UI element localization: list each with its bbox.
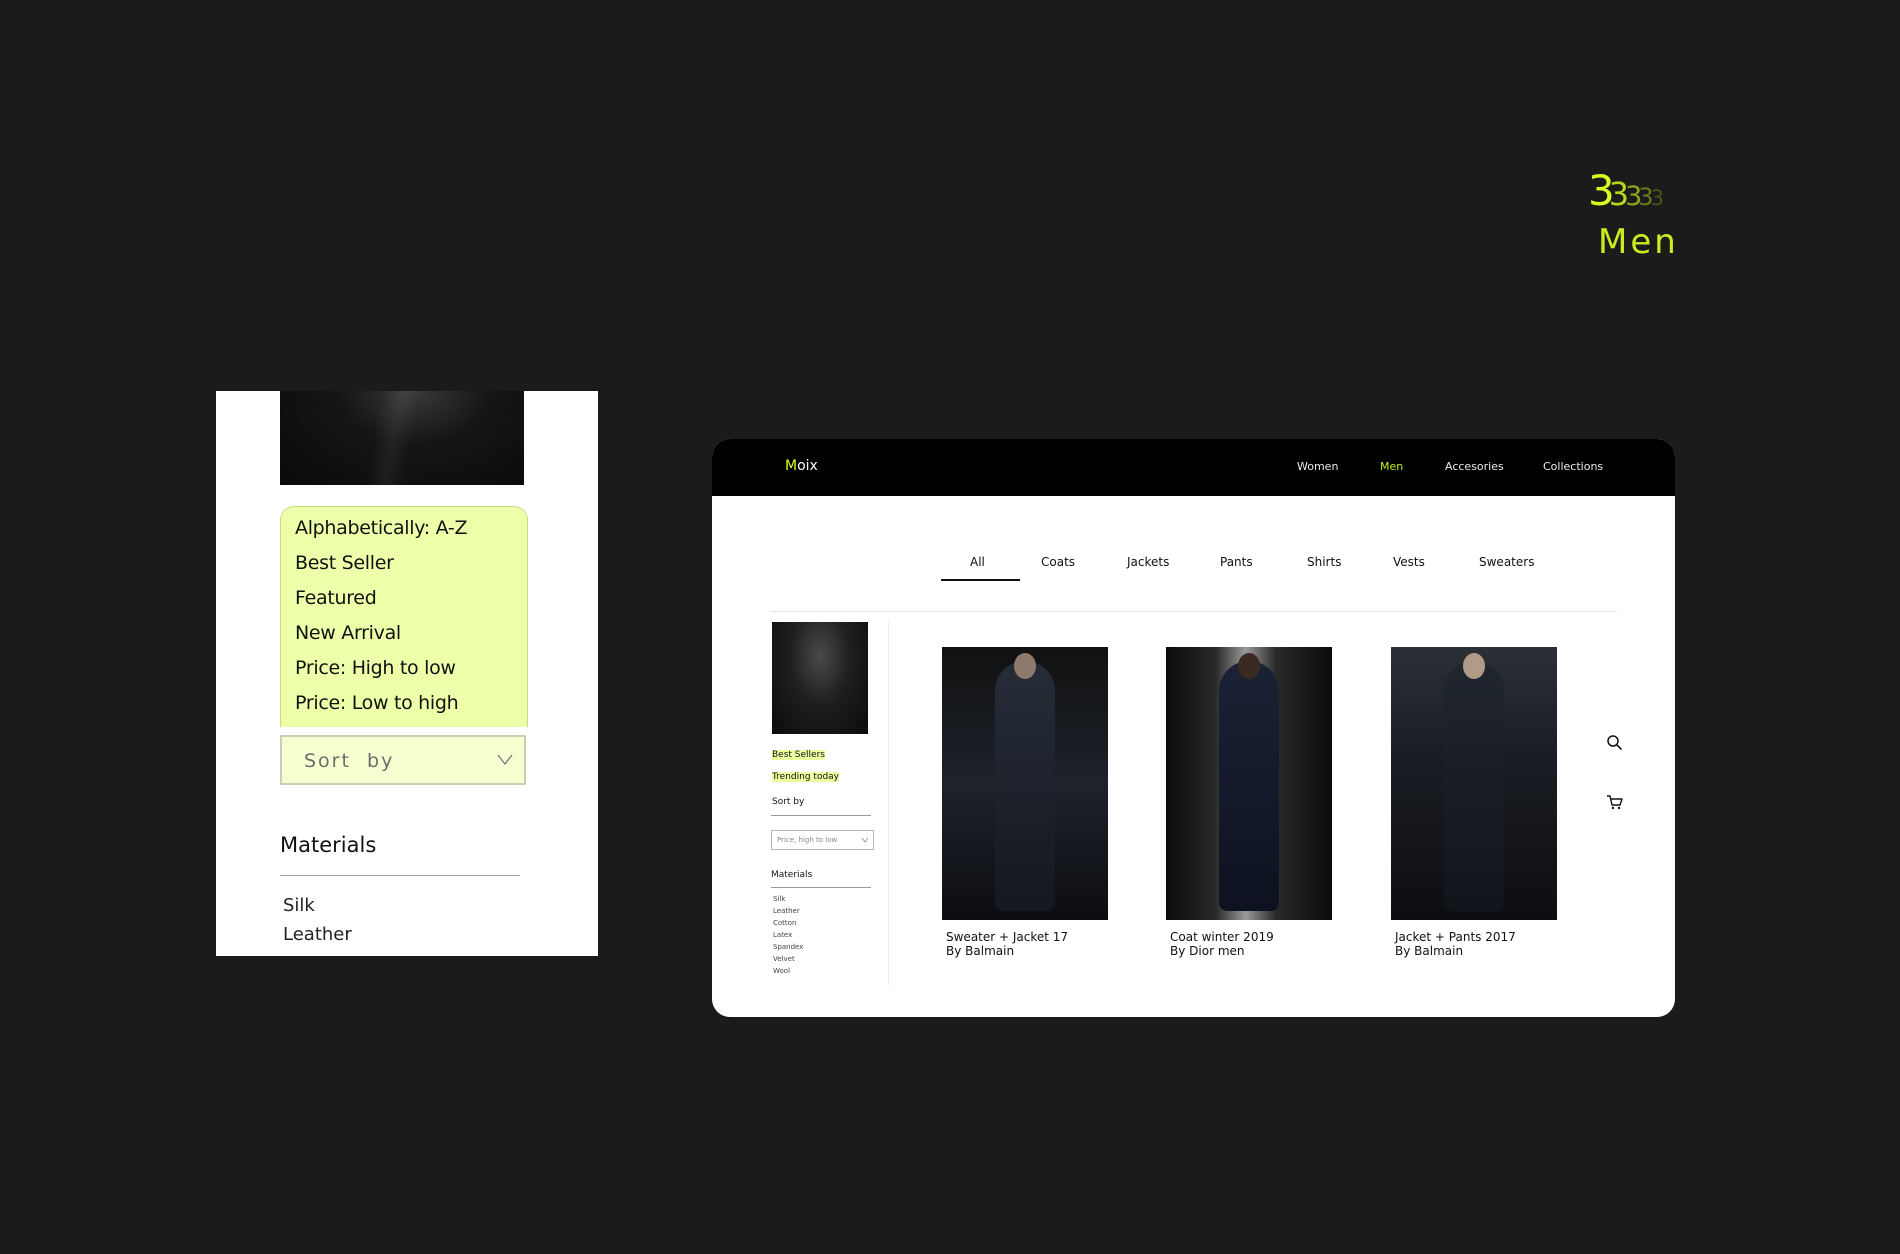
tab-sweaters[interactable]: Sweaters — [1479, 555, 1534, 569]
sort-option-new-arrival[interactable]: New Arrival — [295, 622, 401, 644]
mobile-filter-panel: Alphabetically: A-Z Best Seller Featured… — [216, 391, 598, 956]
sort-by-title: Sort by — [772, 797, 805, 807]
material-option[interactable]: Wool — [773, 967, 790, 975]
nav-men[interactable]: Men — [1380, 460, 1403, 473]
product-image[interactable] — [942, 647, 1108, 920]
sort-option-price-high-low[interactable]: Price: High to low — [295, 657, 456, 679]
sort-option-price-low-high[interactable]: Price: Low to high — [295, 692, 459, 714]
product-image[interactable] — [1166, 647, 1332, 920]
product-brand: By Dior men — [1170, 944, 1245, 958]
tab-all[interactable]: All — [970, 555, 985, 569]
tab-pants[interactable]: Pants — [1220, 555, 1253, 569]
materials-title: Materials — [771, 870, 813, 880]
top-nav: Moix Women Men Accesories Collections — [712, 439, 1675, 496]
divider — [771, 887, 871, 888]
material-option[interactable]: Cotton — [773, 919, 796, 927]
product-name: Jacket + Pants 2017 — [1395, 930, 1516, 944]
product-name: Coat winter 2019 — [1170, 930, 1274, 944]
material-option[interactable]: Silk — [773, 895, 785, 903]
active-tab-indicator — [941, 579, 1020, 581]
product-card[interactable]: Sweater + Jacket 17 By Balmain — [942, 647, 1110, 958]
chevron-down-icon — [497, 754, 513, 766]
tab-shirts[interactable]: Shirts — [1307, 555, 1341, 569]
product-brand: By Balmain — [946, 944, 1015, 958]
sort-select[interactable]: Sort by — [280, 735, 526, 785]
tab-jackets[interactable]: Jackets — [1127, 555, 1169, 569]
sort-option-featured[interactable]: Featured — [295, 587, 377, 609]
divider — [771, 815, 871, 816]
tab-vests[interactable]: Vests — [1393, 555, 1425, 569]
sort-dropdown-menu: Alphabetically: A-Z Best Seller Featured… — [280, 506, 528, 727]
material-option[interactable]: Leather — [283, 924, 352, 945]
divider — [888, 622, 889, 985]
featured-photo[interactable] — [772, 622, 868, 734]
product-name: Sweater + Jacket 17 — [946, 930, 1069, 944]
product-card[interactable]: Coat winter 2019 By Dior men — [1166, 647, 1334, 958]
tab-coats[interactable]: Coats — [1041, 555, 1075, 569]
desktop-mockup: Moix Women Men Accesories Collections Al… — [712, 439, 1675, 1017]
materials-title: Materials — [280, 833, 377, 857]
nav-accesories[interactable]: Accesories — [1445, 460, 1504, 473]
section-title: Men — [1598, 222, 1679, 262]
page-number: 33333 — [1588, 170, 1664, 220]
nav-collections[interactable]: Collections — [1543, 460, 1603, 473]
material-option[interactable]: Leather — [773, 907, 800, 915]
material-option[interactable]: Velvet — [773, 955, 795, 963]
search-icon[interactable] — [1605, 733, 1625, 753]
material-option[interactable]: Spandex — [773, 943, 803, 951]
sort-option-a-z[interactable]: Alphabetically: A-Z — [295, 517, 468, 539]
divider — [280, 875, 520, 876]
material-option[interactable]: Latex — [773, 931, 792, 939]
sort-select-value: Price, high to low — [777, 836, 838, 844]
logo[interactable]: Moix — [785, 458, 818, 474]
product-image[interactable] — [1391, 647, 1557, 920]
product-photo — [280, 391, 524, 485]
cart-icon[interactable] — [1605, 792, 1625, 812]
best-sellers-link[interactable]: Best Sellers — [772, 750, 825, 760]
divider — [771, 611, 1617, 612]
sort-select[interactable]: Price, high to low — [771, 830, 874, 850]
chevron-down-icon — [861, 837, 869, 843]
nav-women[interactable]: Women — [1297, 460, 1338, 473]
material-option[interactable]: Silk — [283, 895, 315, 916]
trending-today-link[interactable]: Trending today — [772, 772, 839, 782]
page-number-digit: 3 — [1650, 186, 1664, 210]
sort-option-best-seller[interactable]: Best Seller — [295, 552, 394, 574]
sort-select-label: Sort by — [304, 750, 395, 772]
product-brand: By Balmain — [1395, 944, 1464, 958]
product-card[interactable]: Jacket + Pants 2017 By Balmain — [1391, 647, 1559, 958]
